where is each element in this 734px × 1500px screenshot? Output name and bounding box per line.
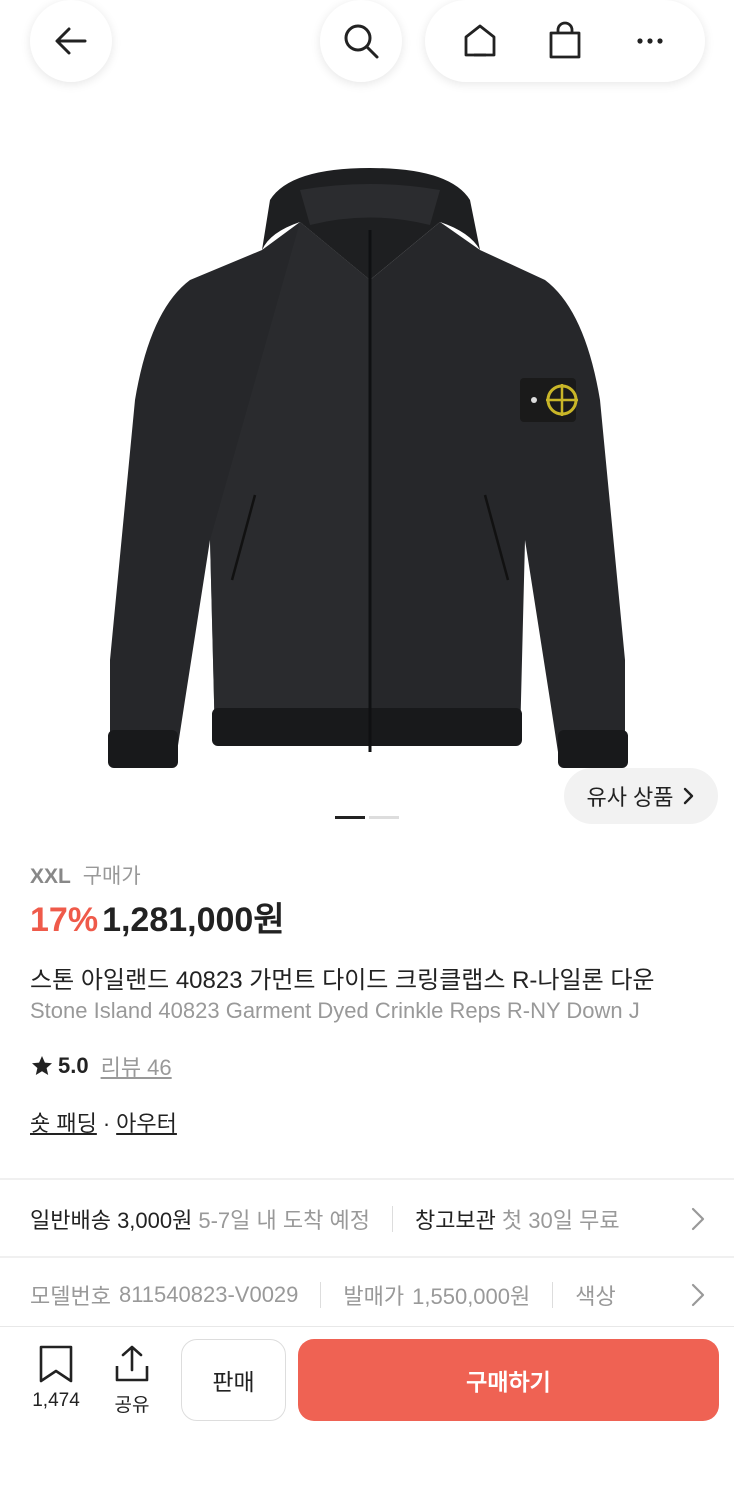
pagination-dot [369, 816, 399, 819]
model-number-label: 모델번호 [30, 1284, 111, 1309]
name-fade-overlay [694, 955, 734, 1035]
review-count-link[interactable]: 리뷰 46 [101, 1050, 172, 1082]
bottom-action-bar: 1,474 공유 판매 구매하기 [0, 1336, 734, 1436]
home-icon [464, 24, 496, 57]
shopping-bag-icon [549, 21, 581, 59]
jacket-image [108, 168, 628, 768]
shipping-method: 일반배송 3,000원 [30, 1208, 193, 1233]
storage-label: 창고보관 [414, 1208, 496, 1233]
similar-products-label: 유사 상품 [586, 785, 674, 810]
chevron-right-icon[interactable] [690, 1282, 706, 1308]
category-link-short-padding[interactable]: 숏 패딩 [30, 1111, 97, 1136]
buy-button[interactable]: 구매하기 [298, 1339, 719, 1421]
category-link-outer[interactable]: 아우터 [116, 1111, 177, 1136]
model-number-value: 811540823-V0029 [118, 1282, 299, 1307]
product-name-english: Stone Island 40823 Garment Dyed Crinkle … [30, 998, 640, 1023]
search-icon [344, 24, 379, 59]
share-label: 공유 [114, 1395, 150, 1416]
bookmark-icon [39, 1345, 73, 1383]
release-price-label: 발매가 [343, 1284, 405, 1309]
vertical-divider [391, 1206, 393, 1232]
size-line: XXL 구매가 [30, 860, 141, 890]
star-icon [32, 1056, 52, 1075]
size-value: XXL [30, 865, 71, 888]
category-path: 숏 패딩 · 아우터 [30, 1106, 177, 1138]
price-value: 1,281,000원 [102, 901, 285, 939]
product-details-row[interactable]: 모델번호 811540823-V0029 발매가 1,550,000원 색상 [0, 1258, 734, 1332]
similar-products-button[interactable]: 유사 상품 [564, 768, 718, 824]
product-name-korean: 스톤 아일랜드 40823 가먼트 다이드 크링클랩스 R-나일론 다운 [30, 967, 655, 994]
home-button[interactable] [450, 11, 510, 71]
save-count: 1,474 [32, 1390, 80, 1411]
divider [0, 1178, 734, 1180]
discount-rate: 17% [30, 901, 99, 939]
image-pagination [335, 816, 399, 819]
release-price-value: 1,550,000원 [412, 1284, 531, 1309]
vertical-divider [320, 1282, 322, 1308]
details-fade-overlay [654, 1258, 694, 1332]
price-type-label: 구매가 [82, 865, 141, 888]
more-button[interactable] [620, 11, 680, 71]
rating-row[interactable]: 5.0 리뷰 46 [30, 1050, 172, 1082]
cart-button[interactable] [535, 11, 595, 71]
buy-label: 구매하기 [466, 1369, 551, 1395]
color-label: 색상 [575, 1284, 616, 1309]
save-button[interactable]: 1,474 [26, 1344, 86, 1412]
price-line: 17% 1,281,000원 [30, 892, 285, 941]
pagination-dot-active [335, 816, 365, 819]
share-button[interactable]: 공유 [102, 1344, 162, 1417]
share-icon [115, 1345, 149, 1382]
sell-label: 판매 [212, 1369, 255, 1395]
sell-button[interactable]: 판매 [181, 1339, 286, 1421]
back-button[interactable] [30, 0, 112, 82]
storage-note: 첫 30일 무료 [501, 1208, 620, 1233]
shipping-eta: 5-7일 내 도착 예정 [198, 1208, 370, 1233]
top-bar [0, 0, 734, 100]
more-icon [637, 38, 663, 44]
shipping-row[interactable]: 일반배송 3,000원 5-7일 내 도착 예정 창고보관 첫 30일 무료 [0, 1182, 734, 1256]
back-arrow-icon [55, 27, 87, 55]
product-image[interactable] [0, 140, 734, 820]
chevron-right-icon [683, 787, 693, 805]
search-button[interactable] [320, 0, 402, 82]
vertical-divider [552, 1282, 554, 1308]
action-pill [425, 0, 705, 82]
chevron-right-icon [691, 1207, 705, 1231]
divider [0, 1326, 734, 1327]
category-separator: · [102, 1111, 111, 1136]
rating-score: 5.0 [58, 1053, 89, 1078]
